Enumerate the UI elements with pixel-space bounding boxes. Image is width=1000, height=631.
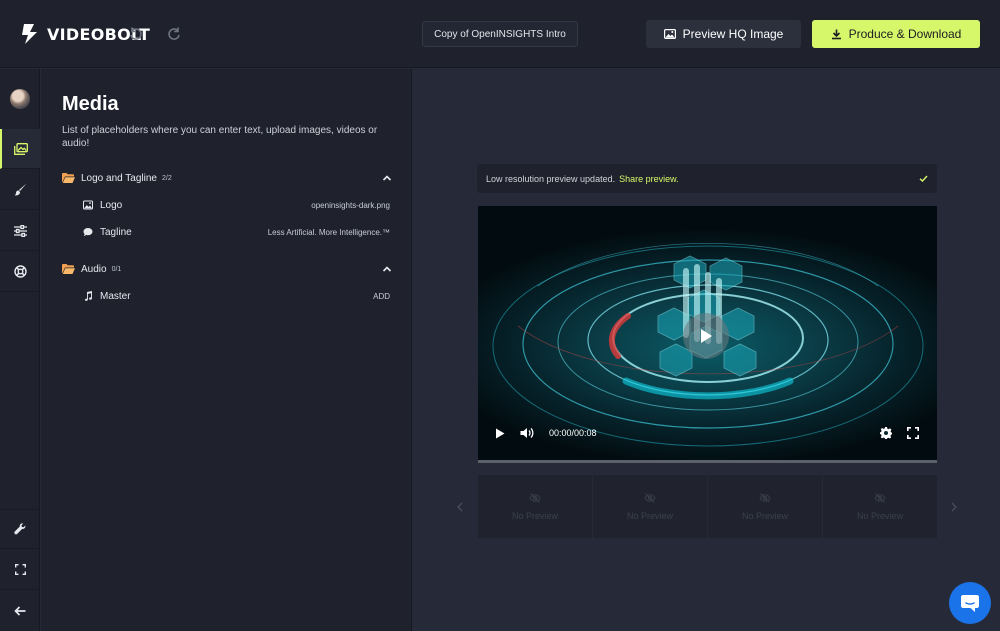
thumbnail-slot[interactable]: No Preview xyxy=(823,475,937,538)
placeholder-label: Logo xyxy=(100,199,123,211)
play-overlay-button[interactable] xyxy=(683,313,729,359)
notice-text: Low resolution preview updated. xyxy=(486,173,616,184)
group-logo-and-tagline[interactable]: Logo and Tagline 2/2 xyxy=(62,169,392,187)
avatar xyxy=(10,89,30,109)
fullscreen-icon xyxy=(14,564,26,575)
eye-slash-icon xyxy=(874,492,886,503)
placeholder-value: Less Artificial. More Intelligence.™ xyxy=(267,227,390,237)
video-time: 00:00/00:08 xyxy=(549,428,597,438)
music-note-icon xyxy=(84,291,92,301)
add-audio-link[interactable]: ADD xyxy=(373,292,390,301)
produce-download-button[interactable]: Produce & Download xyxy=(812,20,980,48)
sliders-icon xyxy=(13,224,27,237)
image-icon xyxy=(83,200,93,210)
thumbnail-label: No Preview xyxy=(626,510,673,521)
group-label: Logo and Tagline xyxy=(81,172,157,184)
placeholder-value: openinsights-dark.png xyxy=(311,200,390,210)
eye-slash-icon xyxy=(529,492,541,503)
eye-slash-icon xyxy=(644,492,656,503)
chevron-left-icon[interactable] xyxy=(456,502,464,512)
chat-bubble-icon xyxy=(961,595,979,612)
rail-tools[interactable] xyxy=(0,509,40,549)
thumbnail-label: No Preview xyxy=(856,510,903,521)
top-bar: VIDEOBOLT Copy of OpenINSIGHTS Intro Pre… xyxy=(0,0,1000,68)
download-icon xyxy=(831,29,841,39)
panel-description: List of placeholders where you can enter… xyxy=(62,125,378,149)
group-count: 2/2 xyxy=(162,174,172,182)
chevron-right-icon[interactable] xyxy=(950,502,958,512)
thumbnail-slot[interactable]: No Preview xyxy=(708,475,822,538)
placeholder-row-logo[interactable]: Logo openinsights-dark.png xyxy=(83,196,390,214)
gear-icon[interactable] xyxy=(880,427,892,439)
chevron-up-icon[interactable] xyxy=(382,173,392,183)
project-name[interactable]: Copy of OpenINSIGHTS Intro xyxy=(422,21,578,47)
folder-open-icon xyxy=(62,173,75,183)
thumbnail-label: No Preview xyxy=(741,510,788,521)
bolt-logo-icon xyxy=(22,24,37,44)
rail-settings[interactable] xyxy=(0,211,40,251)
undo-icon[interactable] xyxy=(128,26,144,42)
produce-download-label: Produce & Download xyxy=(848,27,962,41)
media-panel: Media List of placeholders where you can… xyxy=(41,69,412,631)
panel-title: Media xyxy=(62,93,119,115)
rail-fullscreen[interactable] xyxy=(0,550,40,590)
thumbnail-slot[interactable]: No Preview xyxy=(593,475,707,538)
check-icon xyxy=(919,175,928,182)
rail-help[interactable] xyxy=(0,252,40,292)
group-count: 0/1 xyxy=(111,265,122,273)
preview-notice: Low resolution preview updated. Share pr… xyxy=(477,164,937,193)
wrench-icon xyxy=(14,523,26,535)
arrow-left-icon xyxy=(14,606,26,616)
folder-open-icon xyxy=(62,264,75,274)
thumbnail-label: No Preview xyxy=(511,510,558,521)
redo-icon[interactable] xyxy=(166,26,182,42)
share-preview-link[interactable]: Share preview. xyxy=(619,174,679,184)
left-rail xyxy=(0,69,40,631)
eye-slash-icon xyxy=(759,492,771,503)
lifebuoy-icon xyxy=(13,265,27,278)
brush-icon xyxy=(14,183,26,196)
placeholder-label: Tagline xyxy=(100,226,132,238)
image-icon xyxy=(663,29,676,39)
volume-icon[interactable] xyxy=(520,427,535,439)
group-label: Audio xyxy=(81,263,107,275)
media-icon xyxy=(14,142,28,155)
placeholder-label: Master xyxy=(100,290,131,302)
preview-hq-button[interactable]: Preview HQ Image xyxy=(646,20,801,48)
placeholder-row-master[interactable]: Master ADD xyxy=(83,287,390,305)
group-audio[interactable]: Audio 0/1 xyxy=(62,260,392,278)
video-progress-bar[interactable] xyxy=(478,460,937,463)
play-icon[interactable] xyxy=(495,428,505,439)
play-icon xyxy=(701,329,712,343)
chevron-up-icon[interactable] xyxy=(382,264,392,274)
fullscreen-icon[interactable] xyxy=(907,427,919,439)
rail-style[interactable] xyxy=(0,170,40,210)
rail-back[interactable] xyxy=(0,591,40,631)
speech-bubble-icon xyxy=(83,228,93,237)
thumbnail-slot[interactable]: No Preview xyxy=(478,475,592,538)
user-avatar[interactable] xyxy=(0,79,40,119)
placeholder-row-tagline[interactable]: Tagline Less Artificial. More Intelligen… xyxy=(83,223,390,241)
chat-support-button[interactable] xyxy=(949,582,991,624)
preview-hq-label: Preview HQ Image xyxy=(682,27,784,41)
rail-media[interactable] xyxy=(0,129,40,169)
